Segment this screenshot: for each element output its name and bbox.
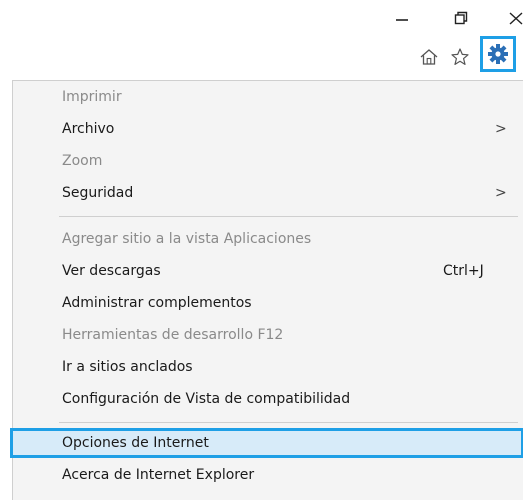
- home-button[interactable]: [416, 44, 442, 70]
- menu-item-opciones-internet[interactable]: Opciones de Internet: [10, 428, 523, 458]
- favorites-button[interactable]: [447, 44, 473, 70]
- menu-item-label: Ir a sitios anclados: [62, 359, 193, 375]
- menu-item-zoom[interactable]: Zoom: [13, 147, 518, 175]
- home-icon: [420, 49, 438, 65]
- menu-item-imprimir[interactable]: Imprimir: [13, 83, 518, 111]
- menu-item-label: Configuración de Vista de compatibilidad: [62, 391, 351, 407]
- title-bar: [0, 0, 523, 36]
- menu-separator: [59, 422, 518, 423]
- submenu-arrow-icon: >: [495, 121, 507, 137]
- star-icon: [451, 48, 469, 65]
- menu-item-sitios-anclados[interactable]: Ir a sitios anclados: [13, 353, 518, 381]
- menu-item-label: Herramientas de desarrollo F12: [62, 327, 284, 343]
- close-icon: [509, 12, 523, 25]
- menu-item-label: Administrar complementos: [62, 295, 252, 311]
- menu-item-label: Zoom: [62, 153, 103, 169]
- menu-item-ver-descargas[interactable]: Ver descargas Ctrl+J: [13, 257, 518, 285]
- close-button[interactable]: [508, 6, 523, 30]
- browser-toolbar: [0, 36, 523, 80]
- tools-menu: Imprimir Archivo > Zoom Seguridad > Agre…: [10, 80, 523, 500]
- menu-item-vista-compatibilidad[interactable]: Configuración de Vista de compatibilidad: [13, 385, 518, 413]
- menu-item-label: Ver descargas: [62, 263, 161, 279]
- menu-item-label: Imprimir: [62, 89, 122, 105]
- menu-item-administrar-complementos[interactable]: Administrar complementos: [13, 289, 518, 317]
- restore-icon: [454, 11, 468, 25]
- menu-item-acerca-de[interactable]: Acerca de Internet Explorer: [13, 461, 518, 489]
- menu-item-label: Seguridad: [62, 185, 134, 201]
- menu-item-agregar-sitio[interactable]: Agregar sitio a la vista Aplicaciones: [13, 225, 518, 253]
- menu-item-label: Acerca de Internet Explorer: [62, 467, 255, 483]
- menu-item-seguridad[interactable]: Seguridad >: [13, 179, 518, 207]
- submenu-arrow-icon: >: [495, 185, 507, 201]
- tools-button[interactable]: [480, 36, 516, 72]
- menu-item-label: Agregar sitio a la vista Aplicaciones: [62, 231, 312, 247]
- minimize-button[interactable]: [387, 6, 417, 30]
- restore-button[interactable]: [446, 6, 476, 30]
- menu-separator: [59, 216, 518, 217]
- menu-item-herramientas-desarrollo[interactable]: Herramientas de desarrollo F12: [13, 321, 518, 349]
- menu-item-shortcut: Ctrl+J: [443, 263, 484, 279]
- menu-item-label: Opciones de Internet: [62, 435, 209, 451]
- gear-icon: [488, 44, 508, 64]
- minimize-icon: [396, 19, 408, 21]
- menu-item-archivo[interactable]: Archivo >: [13, 115, 518, 143]
- menu-item-label: Archivo: [62, 121, 115, 137]
